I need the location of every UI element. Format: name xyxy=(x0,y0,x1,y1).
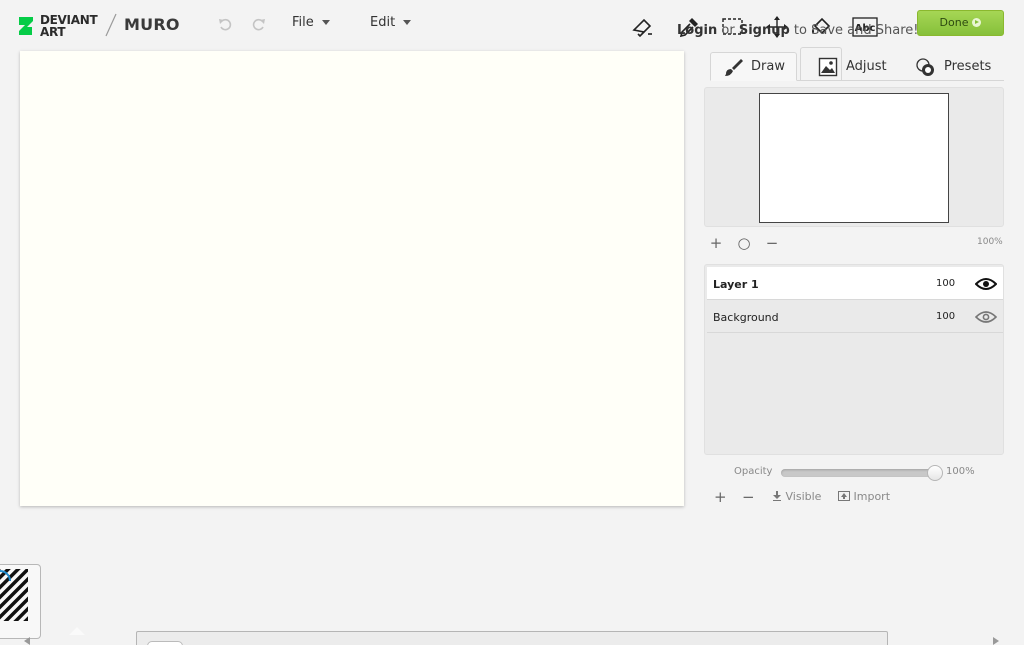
tab-adjust-label: Adjust xyxy=(846,59,887,74)
add-layer-button[interactable]: + xyxy=(714,488,727,506)
layer-name: Layer 1 xyxy=(713,278,759,291)
app-name: MURO xyxy=(124,15,180,34)
brush-preview[interactable] xyxy=(0,564,41,639)
opacity-value: 100% xyxy=(946,466,975,477)
download-icon xyxy=(773,491,781,501)
tab-draw-label: Draw xyxy=(751,59,785,74)
zoom-level: 100% xyxy=(977,237,1003,247)
login-message: Login or Signup to Save and Share! xyxy=(677,23,918,38)
tab-presets-label: Presets xyxy=(944,59,992,74)
import-button[interactable]: Import xyxy=(838,490,890,503)
scroll-left-icon[interactable] xyxy=(24,637,30,645)
eye-icon[interactable] xyxy=(975,309,997,325)
file-menu-label: File xyxy=(292,15,314,30)
zoom-reset-button[interactable]: ○ xyxy=(737,236,751,251)
login-or-text: or xyxy=(721,23,735,38)
undo-icon[interactable] xyxy=(217,16,233,32)
save-share-text: to Save and Share! xyxy=(793,23,919,38)
layer-divider xyxy=(707,332,1003,333)
chevron-down-icon xyxy=(403,20,412,25)
deviantart-logo[interactable]: DEVIANT ART xyxy=(18,14,104,38)
tab-presets[interactable]: Presets xyxy=(916,52,1004,81)
brush-options-handle[interactable] xyxy=(147,641,183,645)
done-button[interactable]: Done xyxy=(917,10,1004,36)
brush-preview-pointer xyxy=(69,627,85,635)
arrow-right-circle-icon xyxy=(972,18,982,27)
image-adjust-icon xyxy=(818,57,838,76)
chevron-down-icon xyxy=(321,20,330,25)
visible-button-label: Visible xyxy=(785,490,822,503)
navigator-thumbnail[interactable] xyxy=(759,93,949,223)
brush-tool-icon[interactable] xyxy=(630,14,656,40)
login-link[interactable]: Login xyxy=(677,23,717,38)
layer-row[interactable]: Background 100 xyxy=(707,300,1003,333)
signup-link[interactable]: Signup xyxy=(739,23,790,38)
opacity-label: Opacity xyxy=(734,466,773,477)
logo-text-line2: ART xyxy=(40,25,66,39)
edit-menu-label: Edit xyxy=(370,15,396,30)
layer-row[interactable]: Layer 1 100 xyxy=(707,267,1003,300)
import-button-label: Import xyxy=(853,490,891,503)
brush-pattern-icon xyxy=(0,569,28,621)
opacity-slider-handle[interactable] xyxy=(927,465,943,481)
layer-opacity: 100 xyxy=(936,278,956,289)
drawing-canvas[interactable] xyxy=(20,51,684,506)
zoom-in-button[interactable]: + xyxy=(709,236,723,251)
redo-icon[interactable] xyxy=(251,16,267,32)
import-icon xyxy=(838,491,850,501)
brush-icon xyxy=(725,58,743,76)
divider-slash xyxy=(105,13,117,37)
edit-menu[interactable]: Edit xyxy=(370,15,412,30)
remove-layer-button[interactable]: − xyxy=(742,488,755,506)
tab-adjust[interactable]: Adjust xyxy=(818,52,898,81)
deviantart-logo-icon xyxy=(19,17,33,35)
layer-opacity: 100 xyxy=(936,311,956,322)
layer-name: Background xyxy=(713,311,779,324)
tab-draw[interactable]: Draw xyxy=(710,52,797,81)
visible-button[interactable]: Visible xyxy=(772,490,821,503)
done-button-label: Done xyxy=(939,16,969,29)
file-menu[interactable]: File xyxy=(292,15,330,30)
scroll-right-icon[interactable] xyxy=(993,637,999,645)
eye-icon[interactable] xyxy=(975,276,997,292)
brush-options-bar[interactable] xyxy=(136,631,888,645)
opacity-slider[interactable] xyxy=(781,469,935,477)
presets-icon xyxy=(916,57,934,76)
zoom-out-button[interactable]: − xyxy=(765,236,779,251)
